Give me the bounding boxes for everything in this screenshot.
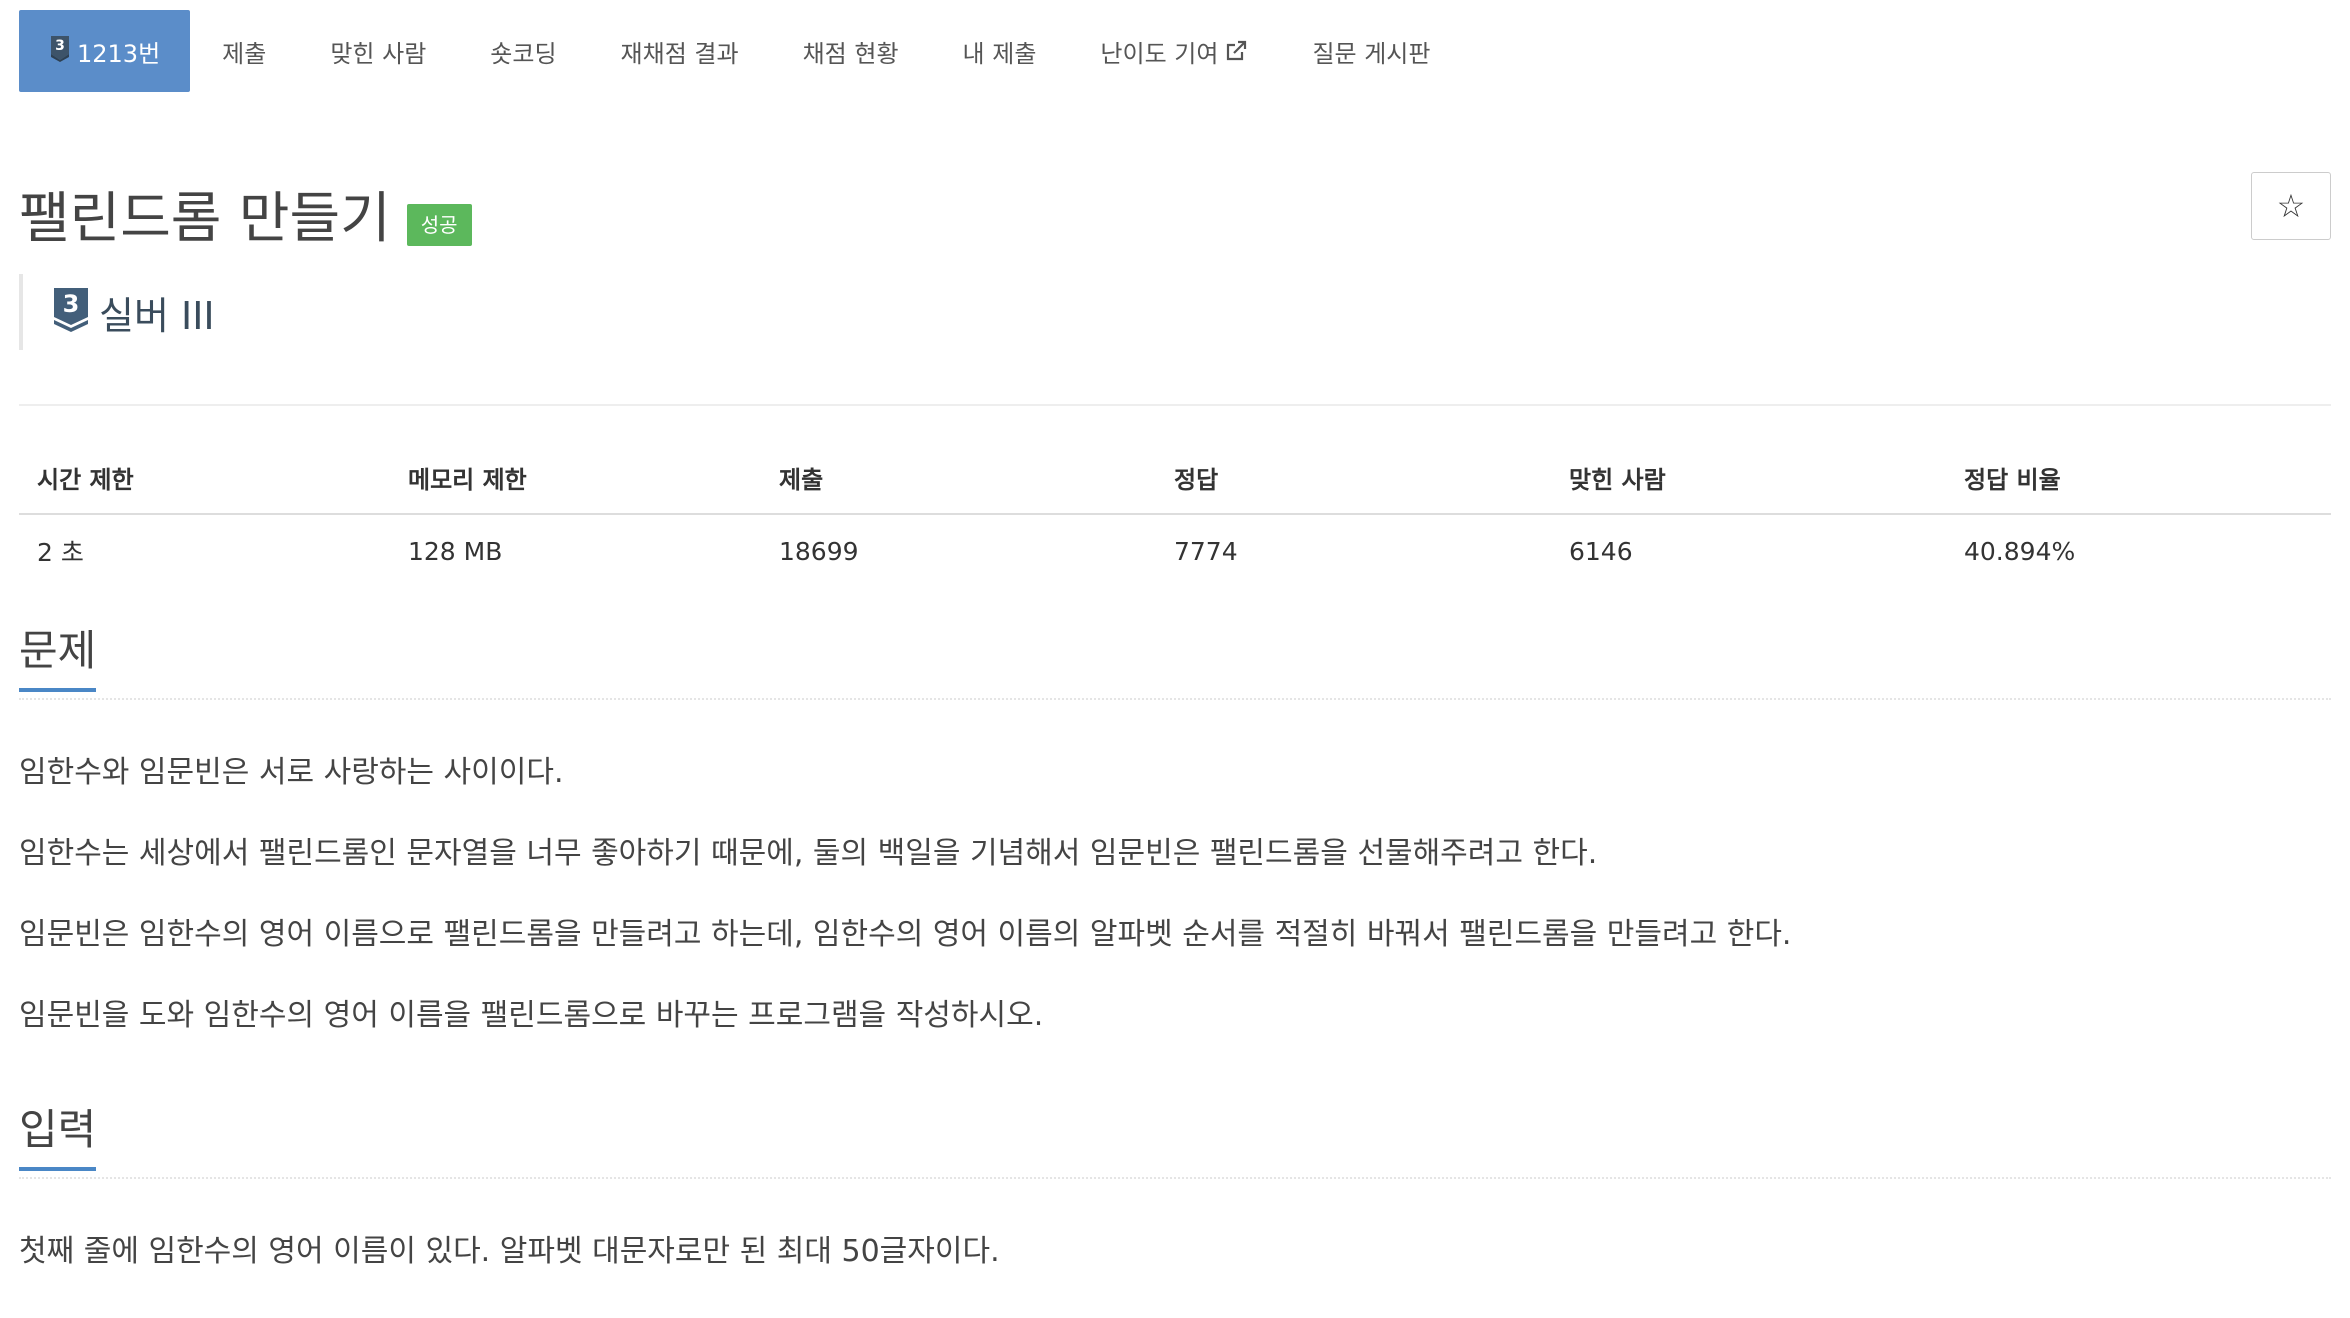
- result-badge-success: 성공: [406, 204, 472, 246]
- value-accept-ratio: 40.894%: [1964, 536, 2076, 566]
- problem-paragraph: 임한수는 세상에서 팰린드롬인 문자열을 너무 좋아하기 때문에, 둘의 백일을…: [19, 836, 1598, 871]
- problem-title: 팰린드롬 만들기: [19, 185, 391, 250]
- table-row: 2 초 128 MB 18699 7774 6146 40.894%: [19, 514, 2331, 569]
- tab-question-board-label: 질문 게시판: [1312, 39, 1431, 68]
- tab-rejudge-results-label: 재채점 결과: [620, 39, 739, 68]
- value-accepted: 7774: [1174, 536, 1238, 566]
- tier-badge-number: 3: [63, 290, 80, 318]
- tab-short-coding[interactable]: 숏코딩: [458, 10, 588, 92]
- tab-difficulty-contribution[interactable]: 난이도 기여: [1068, 10, 1280, 92]
- section-header: 입력: [19, 1109, 2331, 1179]
- star-icon: ☆: [2276, 187, 2306, 225]
- section-title-problem: 문제: [19, 630, 97, 692]
- problem-paragraph: 임문빈은 임한수의 영어 이름으로 팰린드롬을 만들려고 하는데, 임한수의 영…: [19, 917, 1792, 952]
- divider: [19, 404, 2331, 406]
- problem-title-row: 팰린드롬 만들기 성공 ☆: [19, 172, 2331, 254]
- header-submissions: 제출: [761, 460, 1156, 515]
- input-section: 입력 첫째 줄에 임한수의 영어 이름이 있다. 알파벳 대문자로만 된 최대 …: [19, 1109, 2331, 1267]
- tab-judge-status[interactable]: 채점 현황: [771, 10, 931, 92]
- value-time-limit: 2 초: [37, 538, 84, 567]
- silver-tier-badge-icon: 3: [53, 287, 89, 337]
- tab-judge-status-label: 채점 현황: [802, 39, 899, 68]
- tab-problem[interactable]: 3 1213번: [19, 10, 191, 92]
- tab-tier-number: 3: [55, 38, 65, 54]
- tier-label: 실버 III: [99, 293, 215, 338]
- header-solved-users: 맞힌 사람: [1551, 460, 1946, 515]
- value-memory-limit: 128 MB: [408, 536, 503, 566]
- problem-tabs: 3 1213번 제출 맞힌 사람 숏코딩 재채점 결과 채점 현황 내 제출 난…: [19, 10, 2331, 92]
- silver-tier-icon: 3: [49, 34, 71, 68]
- tab-solved-users[interactable]: 맞힌 사람: [298, 10, 458, 92]
- tab-problem-label: 1213번: [77, 39, 161, 68]
- tab-submit[interactable]: 제출: [190, 10, 298, 92]
- tab-difficulty-contribution-label: 난이도 기여: [1100, 39, 1219, 68]
- header-memory-limit: 메모리 제한: [390, 460, 761, 515]
- header-accept-ratio: 정답 비율: [1946, 460, 2331, 515]
- table-header-row: 시간 제한 메모리 제한 제출 정답 맞힌 사람 정답 비율: [19, 460, 2331, 515]
- problem-description-section: 문제 임한수와 임문빈은 서로 사랑하는 사이이다. 임한수는 세상에서 팰린드…: [19, 630, 2331, 1031]
- tab-solved-users-label: 맞힌 사람: [330, 39, 427, 68]
- tab-rejudge-results[interactable]: 재채점 결과: [589, 10, 771, 92]
- section-header: 문제: [19, 630, 2331, 700]
- problem-paragraph: 임문빈을 도와 임한수의 영어 이름을 팰린드롬으로 바꾸는 프로그램을 작성하…: [19, 998, 1044, 1033]
- section-title-input: 입력: [19, 1109, 97, 1171]
- external-link-icon: [1224, 39, 1248, 63]
- value-solved-users: 6146: [1569, 536, 1633, 566]
- header-time-limit: 시간 제한: [19, 460, 390, 515]
- tab-submit-label: 제출: [222, 39, 267, 68]
- tab-my-submissions-label: 내 제출: [962, 39, 1037, 68]
- value-submissions: 18699: [779, 536, 859, 566]
- tab-my-submissions[interactable]: 내 제출: [931, 10, 1069, 92]
- tab-short-coding-label: 숏코딩: [490, 39, 557, 68]
- problem-info-table: 시간 제한 메모리 제한 제출 정답 맞힌 사람 정답 비율 2 초 128 M…: [19, 460, 2331, 569]
- favorite-star-button[interactable]: ☆: [2251, 172, 2331, 240]
- tab-question-board[interactable]: 질문 게시판: [1280, 10, 1462, 92]
- tier-block: 3 실버 III: [19, 274, 2331, 350]
- problem-paragraph: 임한수와 임문빈은 서로 사랑하는 사이이다.: [19, 755, 564, 790]
- header-accepted: 정답: [1156, 460, 1551, 515]
- problem-page: 3 1213번 제출 맞힌 사람 숏코딩 재채점 결과 채점 현황 내 제출 난…: [19, 10, 2331, 1267]
- input-paragraph: 첫째 줄에 임한수의 영어 이름이 있다. 알파벳 대문자로만 된 최대 50글…: [19, 1234, 1000, 1269]
